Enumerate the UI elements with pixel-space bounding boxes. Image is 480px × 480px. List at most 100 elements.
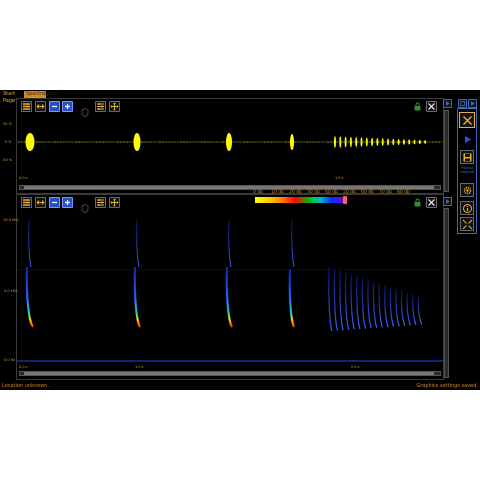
spectrogram-plot — [17, 218, 443, 362]
menu-icon — [23, 103, 30, 110]
waveform-burst — [397, 139, 400, 145]
spectrogram-call — [384, 284, 389, 328]
waveform-vertical-scrollbar[interactable] — [444, 110, 449, 192]
menu-button-2[interactable] — [21, 197, 32, 208]
save-button[interactable] — [460, 150, 474, 164]
play-icon — [464, 135, 471, 143]
play-small-button[interactable] — [443, 99, 452, 108]
spectrogram-call — [25, 266, 34, 328]
spectrogram-call — [339, 270, 344, 331]
db-color-bar — [255, 197, 345, 203]
tab-spectrogram[interactable]: Spectrogram — [24, 91, 58, 98]
status-location: Location unknown. — [2, 383, 50, 389]
tab-bar: Start Page Spectrogram — [0, 90, 480, 104]
spectrogram-scroll-thumb[interactable] — [24, 372, 434, 375]
close-icon — [428, 199, 435, 206]
waveform-burst — [355, 137, 358, 147]
spectrogram-x-label-1s: 1.0 s — [135, 365, 144, 369]
zoom-out-button[interactable] — [49, 101, 60, 112]
spectrogram-x-label-0: 0.0 s — [19, 365, 28, 369]
waveform-burst — [418, 140, 421, 144]
spectrogram-call — [28, 218, 32, 268]
lock-button-2[interactable] — [412, 197, 423, 208]
db-label-50: 50 db — [343, 190, 356, 195]
settings-button[interactable] — [460, 183, 474, 197]
waveform-burst — [376, 138, 379, 146]
spectrogram-y-label-5k: 5.0 kHz — [4, 289, 18, 293]
spectrogram-call — [372, 281, 378, 328]
zoom-out-icon — [52, 201, 57, 204]
gear-icon — [463, 186, 471, 194]
spectrogram-call — [133, 266, 142, 328]
play-icon — [470, 101, 475, 106]
spectrogram-call — [344, 272, 350, 330]
tab-start-page[interactable]: Start Page — [1, 91, 23, 104]
zoom-in-icon — [65, 200, 70, 205]
waveform-burst — [424, 140, 427, 144]
close-icon — [428, 103, 435, 110]
shield-icon — [81, 198, 89, 213]
window-icon — [460, 101, 465, 106]
window-button-1[interactable] — [458, 99, 467, 108]
db-label-20: 20 db — [289, 190, 302, 195]
close-all-button[interactable] — [459, 112, 475, 128]
db-label-60: 60 db — [361, 190, 374, 195]
fit-view-button[interactable] — [460, 217, 474, 231]
move-button-2[interactable] — [109, 197, 120, 208]
spectrogram-call — [356, 275, 361, 330]
status-message: Graphics settings saved. — [416, 383, 478, 389]
close-panel-button-2[interactable] — [426, 197, 437, 208]
db-label-70: 70 db — [379, 190, 392, 195]
filter-settings-button-2[interactable] — [95, 197, 106, 208]
move-button[interactable] — [109, 101, 120, 112]
zoom-in-icon — [65, 104, 70, 109]
spectrogram-x-label-2s: 2.0 s — [351, 365, 360, 369]
menu-icon — [23, 199, 30, 206]
waveform-x-label-1s: 1.0 s — [335, 176, 344, 180]
spectrogram-call — [367, 279, 372, 329]
spectrogram-call — [361, 277, 367, 329]
zoom-in-button[interactable] — [62, 101, 73, 112]
spectrogram-call — [350, 274, 355, 330]
zoom-out-icon — [52, 105, 57, 108]
db-label-40: 40 db — [325, 190, 338, 195]
playing-status-label: Playing stopped — [459, 166, 475, 174]
spectrogram-panel: 0 db 10 db 20 db 30 db 40 db 50 db 60 db… — [3, 190, 444, 380]
spectrogram-horizontal-scrollbar[interactable] — [19, 371, 441, 376]
waveform-burst — [133, 133, 141, 151]
lock-button[interactable] — [412, 101, 423, 112]
spectrogram-y-label-0: 0.0 Hz — [4, 358, 16, 362]
info-button[interactable] — [460, 201, 474, 215]
move-arrows-icon — [110, 102, 119, 111]
zoom-in-button-2[interactable] — [62, 197, 73, 208]
waveform-y-label-top: 50 % — [3, 122, 12, 126]
waveform-burst — [344, 136, 347, 148]
spectrogram-call — [333, 268, 339, 331]
play-icon — [445, 199, 450, 204]
save-icon — [463, 153, 471, 161]
waveform-scroll-thumb[interactable] — [24, 186, 434, 189]
spectrogram-call — [395, 288, 400, 327]
waveform-x-label-start: 0.0 s — [19, 176, 28, 180]
control-sidebar: Playing stopped — [457, 108, 477, 234]
db-label-30: 30 db — [307, 190, 320, 195]
waveform-burst — [25, 133, 35, 151]
play-button[interactable] — [460, 132, 474, 146]
spectrogram-vertical-scrollbar[interactable] — [444, 208, 449, 378]
menu-button[interactable] — [21, 101, 32, 112]
play-small-button-2[interactable] — [443, 197, 452, 206]
zoom-horizontal-button[interactable] — [35, 101, 46, 112]
close-panel-button[interactable] — [426, 101, 437, 112]
filter-settings-button[interactable] — [95, 101, 106, 112]
window-button-2[interactable] — [468, 99, 477, 108]
zoom-horizontal-button-2[interactable] — [35, 197, 46, 208]
spectrogram-call — [228, 218, 232, 268]
horizontal-arrows-icon — [36, 200, 45, 205]
spectrogram-call — [412, 293, 417, 326]
db-threshold-marker[interactable] — [343, 196, 347, 204]
waveform-y-label-mid: 0 % — [5, 140, 12, 144]
play-icon — [445, 101, 450, 106]
spectrogram-call — [288, 268, 296, 328]
close-icon — [462, 115, 472, 125]
zoom-out-button-2[interactable] — [49, 197, 60, 208]
